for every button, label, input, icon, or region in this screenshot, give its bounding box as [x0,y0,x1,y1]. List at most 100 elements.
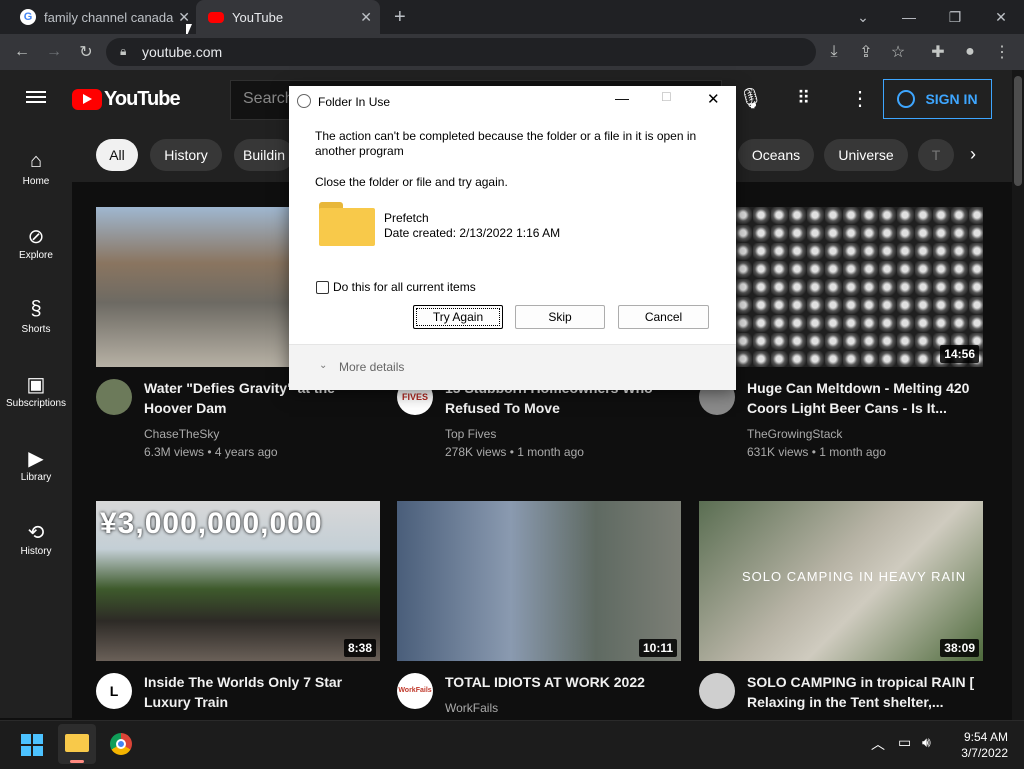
tab-youtube[interactable]: YouTube ✕ [196,0,380,34]
video-meta: 6.3M views • 4 years ago [144,445,278,459]
guide-explore[interactable]: ⊘ Explore [0,224,72,261]
try-again-button[interactable]: Try Again [413,305,503,329]
microphone-icon[interactable]: 🎙︎ [738,86,763,111]
tab-label: YouTube [232,9,284,25]
chip-building[interactable]: Buildin [234,139,294,171]
tab-family-channel[interactable]: G family channel canada ✕ [8,0,198,34]
install-icon[interactable]: ⤓ [818,36,850,68]
share-icon[interactable]: ⇪ [850,36,882,68]
tab-label: family channel canada [44,9,174,25]
chrome-taskbar-icon[interactable] [110,733,132,755]
dialog-minimize-icon[interactable]: — [615,90,629,106]
chevron-down-icon[interactable]: ⌄ [319,360,327,371]
minimize-icon[interactable]: — [886,0,932,34]
skip-button[interactable]: Skip [515,305,605,329]
guide-shorts[interactable]: § Shorts [0,298,72,335]
chevron-right-icon[interactable]: › [970,144,976,165]
apps-grid-icon[interactable]: ⠿ [797,88,810,109]
guide-history[interactable]: ⟲ History [0,520,72,557]
clock-icon [297,94,311,108]
google-icon: G [20,9,36,25]
settings-kebab-icon[interactable]: ⋮ [850,86,870,111]
video-meta: 631K views • 1 month ago [747,445,886,459]
extensions-icon[interactable]: ✚ [922,36,954,68]
guide-library[interactable]: ▶ Library [0,446,72,483]
menu-kebab-icon[interactable]: ⋮ [986,36,1018,68]
chip-oceans[interactable]: Oceans [738,139,814,171]
bookmark-star-icon[interactable]: ☆ [882,36,914,68]
chevron-up-icon[interactable]: ︿ [871,734,885,754]
subscriptions-icon: ▣ [26,374,46,396]
compass-icon: ⊘ [27,226,45,248]
apply-all-label: Do this for all current items [333,280,476,294]
back-icon[interactable]: ← [6,36,38,68]
address-bar[interactable]: 🔒︎ youtube.com [106,38,816,66]
video-thumbnail[interactable]: SOLO CAMPING IN HEAVY RAIN 38:09 [699,501,983,661]
duration-badge: 8:38 [343,639,376,657]
history-icon: ⟲ [27,522,45,544]
duration-badge: 10:11 [638,639,677,657]
home-icon: ⌂ [29,150,43,172]
chip-history[interactable]: History [150,139,222,171]
youtube-logo-icon[interactable] [72,89,102,110]
sign-in-button[interactable]: SIGN IN [883,79,992,119]
hamburger-menu-icon[interactable] [26,88,46,106]
volume-icon[interactable]: 🔊︎ [922,734,931,751]
channel-avatar[interactable] [96,379,132,415]
duration-badge: 38:09 [940,639,979,657]
close-window-icon[interactable]: ✕ [978,0,1024,34]
dialog-footer: ⌄ More details [289,344,736,390]
channel-avatar[interactable]: L [96,673,132,709]
shorts-icon: § [30,298,42,320]
item-name: Prefetch [384,211,429,225]
tab-search-icon[interactable]: ⌄ [840,0,886,34]
channel-avatar[interactable] [699,673,735,709]
video-channel[interactable]: ChaseTheSky [144,427,219,441]
file-explorer-taskbar-button[interactable] [58,724,96,764]
folder-icon [319,202,375,246]
apply-all-checkbox[interactable] [316,281,329,294]
search-placeholder: Search [243,90,294,107]
new-tab-icon[interactable]: + [394,6,406,29]
forward-icon[interactable]: → [38,36,70,68]
network-icon[interactable]: ▭ [898,734,911,751]
windows-start-icon[interactable] [21,734,43,756]
taskbar-date: 3/7/2022 [961,746,1008,760]
sign-in-label: SIGN IN [925,91,978,107]
chip-all[interactable]: All [96,139,138,171]
video-thumbnail[interactable]: 10:11 [397,501,681,661]
restore-icon[interactable]: ❐ [932,0,978,34]
profile-icon[interactable]: ● [954,36,986,68]
scrollbar[interactable] [1012,70,1024,720]
close-tab-icon[interactable]: ✕ [360,9,372,26]
dialog-message: The action can't be completed because th… [315,129,697,158]
clock-area[interactable]: 9:54 AM 3/7/2022 [952,729,1008,761]
video-title[interactable]: SOLO CAMPING in tropical RAIN [ Relaxing… [747,672,977,712]
video-channel[interactable]: TheGrowingStack [747,427,842,441]
more-details-link[interactable]: More details [339,360,404,374]
cancel-button[interactable]: Cancel [618,305,709,329]
folder-in-use-dialog: Folder In Use — ☐ ✕ The action can't be … [289,86,736,390]
video-title[interactable]: Huge Can Meltdown - Melting 420 Coors Li… [747,378,977,418]
video-meta: 278K views • 1 month ago [445,445,584,459]
channel-avatar[interactable]: WorkFails [397,673,433,709]
chip-universe[interactable]: Universe [824,139,908,171]
video-title[interactable]: Inside The Worlds Only 7 Star Luxury Tra… [144,672,374,712]
video-channel[interactable]: Top Fives [445,427,496,441]
lock-icon: 🔒︎ [120,44,127,58]
file-explorer-icon [65,734,89,752]
video-channel[interactable]: WorkFails [445,701,498,715]
guide-subscriptions[interactable]: ▣ Subscriptions [0,372,72,409]
account-icon [897,90,916,108]
dialog-maximize-icon: ☐ [661,90,672,104]
guide-sidebar [0,128,72,718]
youtube-favicon-icon [208,11,224,23]
guide-home[interactable]: ⌂ Home [0,150,72,187]
youtube-logo-text: YouTube [104,88,181,110]
video-title[interactable]: TOTAL IDIOTS AT WORK 2022 [445,672,675,692]
dialog-close-icon[interactable]: ✕ [707,90,720,108]
video-thumbnail[interactable]: ¥3,000,000,000 8:38 [96,501,380,661]
video-thumbnail[interactable]: 14:56 [699,207,983,367]
chip-partial[interactable]: T [918,139,954,171]
reload-icon[interactable]: ↻ [70,36,102,68]
